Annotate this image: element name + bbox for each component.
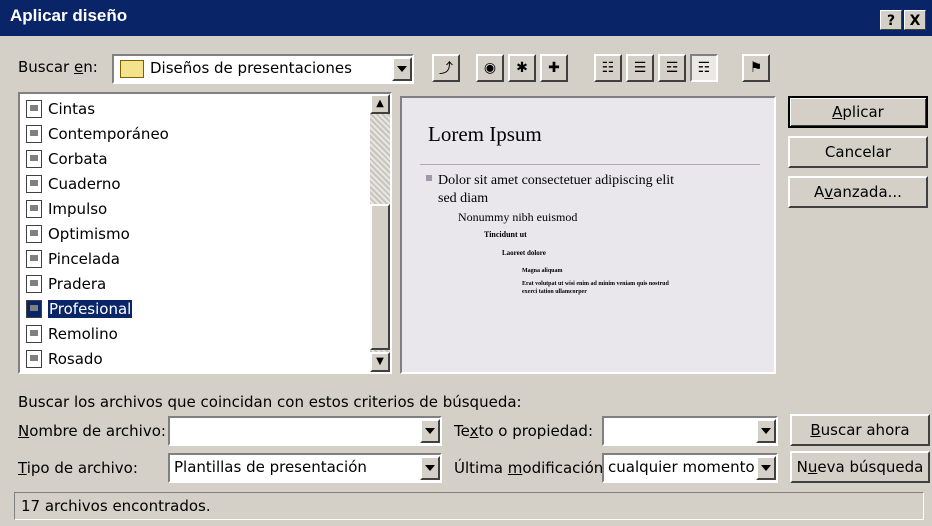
chevron-down-icon bbox=[397, 66, 407, 72]
template-file-icon bbox=[26, 299, 42, 318]
list-item[interactable]: Remolino bbox=[22, 321, 118, 346]
file-name-dropdown-button[interactable] bbox=[420, 419, 440, 443]
up-folder-icon[interactable]: ⤴ bbox=[432, 54, 460, 82]
preview-divider bbox=[420, 164, 760, 165]
template-file-icon bbox=[26, 124, 42, 143]
scrollbar[interactable]: ▲ ▼ bbox=[370, 94, 390, 372]
chevron-down-icon bbox=[761, 428, 771, 434]
template-file-icon bbox=[26, 274, 42, 293]
scrollbar-thumb[interactable] bbox=[370, 204, 390, 350]
file-type-label: Tipo de archivo: bbox=[18, 459, 138, 477]
preview-body: Dolor sit amet consectetuer adipiscing e… bbox=[426, 172, 758, 296]
new-search-button[interactable]: Nu eva búsqueda bbox=[790, 451, 930, 483]
look-in-value: Diseños de presentaciones bbox=[150, 59, 352, 77]
title-bar: Aplicar diseño ? X bbox=[0, 0, 932, 36]
text-property-combo[interactable] bbox=[602, 416, 778, 446]
advanced-button[interactable]: Av anzada... bbox=[788, 176, 928, 208]
file-name-label: Nombre de archivo: bbox=[18, 422, 166, 440]
scroll-down-arrow-icon[interactable]: ▼ bbox=[370, 352, 390, 372]
close-button[interactable]: X bbox=[904, 10, 926, 30]
template-file-icon bbox=[26, 324, 42, 343]
template-file-icon bbox=[26, 349, 42, 368]
last-modified-value: cualquier momento bbox=[608, 458, 755, 476]
chevron-down-icon bbox=[761, 465, 771, 471]
favorites-icon[interactable]: ✱ bbox=[508, 54, 536, 82]
status-text: 17 archivos encontrados. bbox=[21, 497, 211, 515]
list-item[interactable]: Pradera bbox=[22, 271, 106, 296]
cancel-button[interactable]: Cancelar bbox=[788, 136, 928, 168]
criteria-heading: Buscar los archivos que coincidan con es… bbox=[18, 393, 522, 411]
template-file-icon bbox=[26, 199, 42, 218]
window-title: Aplicar diseño bbox=[10, 6, 128, 25]
template-file-icon bbox=[26, 224, 42, 243]
preview-title: Lorem Ipsum bbox=[428, 122, 542, 146]
search-now-button[interactable]: Buscar ahora bbox=[790, 414, 930, 446]
template-file-icon bbox=[26, 99, 42, 118]
last-modified-dropdown-button[interactable] bbox=[756, 456, 776, 480]
template-file-icon bbox=[26, 174, 42, 193]
look-in-dropdown-button[interactable] bbox=[392, 57, 412, 81]
file-type-value: Plantillas de presentación bbox=[174, 458, 367, 476]
list-item[interactable]: Cuaderno bbox=[22, 171, 121, 196]
list-item[interactable]: Pincelada bbox=[22, 246, 120, 271]
commands-icon[interactable]: ⚑ bbox=[742, 54, 770, 82]
web-search-icon[interactable]: ◉ bbox=[476, 54, 504, 82]
file-type-dropdown-button[interactable] bbox=[420, 456, 440, 480]
template-file-icon bbox=[26, 149, 42, 168]
look-in-dropdown[interactable]: Diseños de presentaciones bbox=[112, 54, 414, 84]
list-item[interactable]: Corbata bbox=[22, 146, 108, 171]
list-item-selected[interactable]: Profesional bbox=[22, 296, 134, 321]
list-view-icon[interactable]: ☷ bbox=[594, 54, 622, 82]
last-modified-label: Última modificación: bbox=[454, 459, 609, 477]
list-item[interactable]: Impulso bbox=[22, 196, 107, 221]
preview-view-icon[interactable]: ☶ bbox=[690, 54, 718, 82]
list-item[interactable]: Contemporáneo bbox=[22, 121, 169, 146]
design-preview: Lorem Ipsum Dolor sit amet consectetuer … bbox=[400, 96, 776, 374]
template-file-icon bbox=[26, 249, 42, 268]
chevron-down-icon bbox=[425, 465, 435, 471]
last-modified-combo[interactable]: cualquier momento bbox=[602, 453, 778, 483]
details-view-icon[interactable]: ☰ bbox=[626, 54, 654, 82]
file-name-combo[interactable] bbox=[168, 416, 442, 446]
status-bar: 17 archivos encontrados. bbox=[14, 492, 924, 520]
list-item[interactable]: Rosado bbox=[22, 346, 103, 371]
text-property-dropdown-button[interactable] bbox=[756, 419, 776, 443]
look-in-label: Buscar en: bbox=[18, 58, 98, 76]
list-item[interactable]: Optimismo bbox=[22, 221, 130, 246]
folder-icon bbox=[120, 60, 144, 78]
apply-button[interactable]: Aplicar bbox=[788, 96, 928, 128]
add-favorites-icon[interactable]: ✚ bbox=[540, 54, 568, 82]
properties-view-icon[interactable]: ☲ bbox=[658, 54, 686, 82]
scroll-up-arrow-icon[interactable]: ▲ bbox=[370, 94, 390, 114]
file-type-combo[interactable]: Plantillas de presentación bbox=[168, 453, 442, 483]
chevron-down-icon bbox=[425, 428, 435, 434]
list-item[interactable]: Cintas bbox=[22, 96, 95, 121]
file-list[interactable]: Cintas Contemporáneo Corbata Cuaderno Im… bbox=[18, 92, 392, 374]
text-property-label: Texto o propiedad: bbox=[454, 422, 593, 440]
help-button[interactable]: ? bbox=[880, 10, 902, 30]
